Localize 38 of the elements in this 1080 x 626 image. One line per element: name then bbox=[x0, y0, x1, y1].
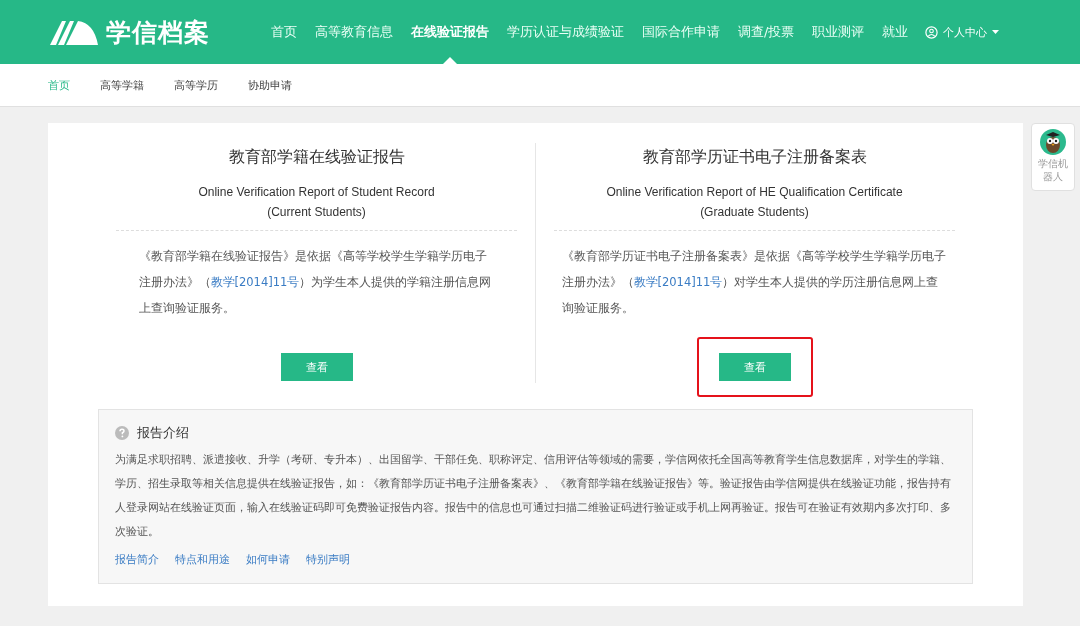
report-note: (Current Students) bbox=[267, 204, 366, 221]
user-icon bbox=[925, 25, 939, 39]
site-logo-text: 学信档案 bbox=[106, 16, 210, 49]
nav-link[interactable]: 学历认证与成绩验证 bbox=[498, 0, 633, 64]
caret-icon bbox=[992, 30, 1000, 34]
owl-mascot-icon bbox=[1040, 129, 1066, 155]
subnav-link[interactable]: 首页 bbox=[48, 77, 70, 93]
report-title: 教育部学历证书电子注册备案表 bbox=[642, 147, 867, 168]
robot-label: 学信机器人 bbox=[1037, 157, 1069, 183]
view-button[interactable]: 查看 bbox=[718, 353, 791, 381]
robot-widget[interactable]: 学信机器人 bbox=[1031, 123, 1075, 191]
user-menu[interactable]: 个人中心 bbox=[925, 24, 1000, 40]
intro-link[interactable]: 报告简介 bbox=[115, 552, 159, 567]
report-title: 教育部学籍在线验证报告 bbox=[228, 147, 405, 168]
subnav-link[interactable]: 高等学历 bbox=[174, 77, 218, 93]
regulation-link[interactable]: 教学[2014]11号 bbox=[210, 275, 300, 289]
subnav-link[interactable]: 高等学籍 bbox=[100, 77, 144, 93]
intro-title: 报告介绍 bbox=[137, 424, 189, 442]
report-note: (Graduate Students) bbox=[700, 204, 809, 221]
nav-link[interactable]: 调查/投票 bbox=[729, 0, 804, 64]
subnav-link[interactable]: 协助申请 bbox=[248, 77, 292, 93]
regulation-link[interactable]: 教学[2014]11号 bbox=[633, 275, 723, 289]
report-description: 《教育部学历证书电子注册备案表》是依据《高等学校学生学籍学历电子注册办法》（教学[2014]11号）对学生本人提供的学历注册信息网上查询验证服务。 bbox=[561, 248, 947, 317]
intro-link[interactable]: 如何申请 bbox=[246, 552, 290, 567]
report-subtitle: Online Verification Report of HE Qualification Certificate bbox=[606, 184, 903, 201]
nav-link[interactable]: 职业测评 bbox=[803, 0, 874, 64]
view-button[interactable]: 查看 bbox=[280, 353, 353, 381]
report-subtitle: Online Verification Report of Student Record bbox=[198, 184, 435, 201]
nav-link[interactable]: 高等教育信息 bbox=[306, 0, 402, 64]
intro-link[interactable]: 特点和用途 bbox=[175, 552, 230, 567]
intro-text: 为满足求职招聘、派遣接收、升学（考研、专升本）、出国留学、干部任免、职称评定、信用评估等领域的需要，学信网依托全国高等教育学生信息数据库，对学生的学籍、学历、招生录取等相关信息提供在线验证报告，如：《教育部学历证书电子注册备案表》、《教育部学籍在线验证报告》等。验证报告由学信网提供在线验证功能，报告持有人登录网站在线验证页面，输入在线验证码即可免费验证报告内容。报告中的信息也可通过扫描二维验证码进行验证或手机上网再验证。报告可在验证有效期内多次打印、多次验证。 bbox=[115, 452, 952, 540]
report-description: 《教育部学籍在线验证报告》是依据《高等学校学生学籍学历电子注册办法》（教学[2014]11号）为学生本人提供的学籍注册信息网上查询验证服务。 bbox=[138, 248, 493, 317]
nav-link[interactable]: 就业 bbox=[873, 0, 918, 64]
nav-link[interactable]: 国际合作申请 bbox=[633, 0, 729, 64]
help-icon bbox=[115, 426, 129, 440]
intro-link[interactable]: 特别声明 bbox=[306, 552, 350, 567]
nav-link[interactable]: 首页 bbox=[262, 0, 306, 64]
nav-link[interactable]: 在线验证报告 bbox=[402, 0, 498, 64]
